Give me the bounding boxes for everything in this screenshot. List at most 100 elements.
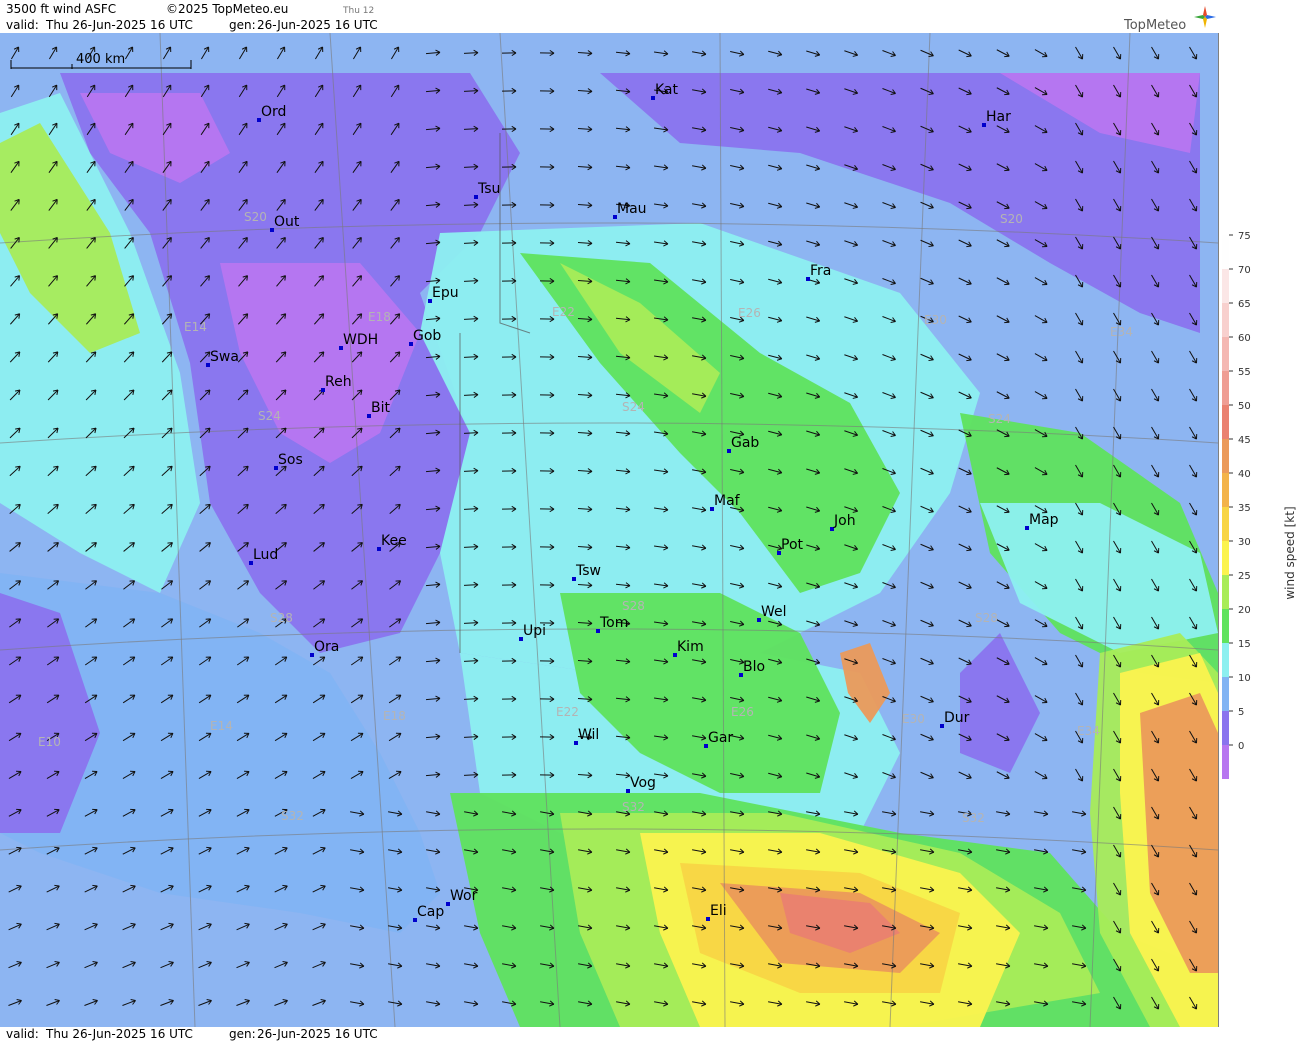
city-marker[interactable]: Blo: [739, 659, 765, 677]
city-marker[interactable]: Eli: [706, 903, 727, 921]
city-label: Dur: [944, 710, 970, 726]
legend-swatch: [1222, 609, 1229, 643]
city-marker[interactable]: Sos: [274, 452, 303, 470]
scale-bar-label: 400 km: [76, 52, 126, 67]
graticule-label: S28: [270, 611, 293, 625]
legend-swatch: [1222, 303, 1229, 337]
city-marker[interactable]: Tsu: [474, 181, 500, 199]
city-marker[interactable]: Map: [1025, 512, 1059, 530]
city-marker[interactable]: Wor: [446, 888, 478, 906]
legend-tick-label: 0: [1238, 741, 1244, 752]
legend-swatch: [1222, 371, 1229, 405]
city-marker[interactable]: Kee: [377, 533, 407, 551]
city-marker[interactable]: Har: [982, 109, 1011, 127]
city-marker[interactable]: Maf: [710, 493, 741, 511]
graticule-label: E10: [38, 735, 61, 749]
legend-swatch: [1222, 473, 1229, 507]
copyright: ©2025 TopMeteo.eu: [166, 2, 289, 16]
graticule-label: S24: [988, 412, 1011, 426]
city-marker[interactable]: Wil: [574, 727, 599, 745]
legend-tick-label: 40: [1238, 469, 1251, 480]
city-label: Gob: [413, 328, 441, 344]
city-label: Wil: [578, 727, 599, 743]
legend-swatch: [1222, 337, 1229, 371]
city-marker[interactable]: Gab: [727, 435, 759, 453]
city-marker[interactable]: Swa: [206, 349, 239, 367]
city-label: Reh: [325, 374, 352, 390]
footer-valid-label: valid:: [6, 1027, 39, 1041]
legend-tick-label: 15: [1238, 639, 1251, 650]
header-bar: 3500 ft wind ASFC ©2025 TopMeteo.eu Thu …: [0, 0, 1309, 33]
city-marker[interactable]: Tsw: [572, 563, 601, 581]
legend-tick-label: 55: [1238, 367, 1251, 378]
city-marker[interactable]: Pot: [777, 537, 804, 555]
scale-bar: 400 km: [10, 52, 192, 70]
city-label: Cap: [417, 904, 444, 920]
legend-title: wind speed [kt]: [1283, 506, 1297, 599]
legend-swatch: [1222, 439, 1229, 473]
legend-swatch: [1222, 711, 1229, 745]
city-marker[interactable]: Kat: [651, 82, 679, 100]
city-label: Kee: [381, 533, 407, 549]
city-label: Pot: [781, 537, 804, 553]
city-marker[interactable]: Ora: [310, 639, 339, 657]
graticule-label: E30: [902, 712, 925, 726]
legend-tick-label: 20: [1238, 605, 1251, 616]
city-marker[interactable]: Kim: [673, 639, 704, 657]
graticule-label: S28: [975, 611, 998, 625]
city-marker[interactable]: Vog: [626, 775, 656, 793]
city-marker[interactable]: WDH: [339, 332, 378, 350]
city-label: Tom: [599, 615, 628, 631]
city-label: Mau: [617, 201, 647, 217]
city-marker[interactable]: Cap: [413, 904, 444, 922]
legend-swatch: [1222, 507, 1229, 541]
city-marker[interactable]: Tom: [596, 615, 628, 633]
city-label: Wel: [761, 604, 787, 620]
city-marker[interactable]: Ord: [257, 104, 286, 122]
footer-gen-time: 26-Jun-2025 16 UTC: [257, 1027, 378, 1041]
city-label: Tsu: [477, 181, 500, 197]
city-marker[interactable]: Gob: [409, 328, 441, 346]
city-label: Map: [1029, 512, 1059, 528]
city-marker[interactable]: Bit: [367, 400, 390, 418]
legend-colorbar: 757065605550454035302520151050 wind spee…: [1217, 33, 1297, 1027]
city-label: Ora: [314, 639, 339, 655]
legend-tick-label: 35: [1238, 503, 1251, 514]
graticule-label: E34: [1077, 724, 1100, 738]
city-marker[interactable]: Reh: [321, 374, 352, 392]
legend-swatch: [1222, 575, 1229, 609]
legend-swatch: [1222, 269, 1229, 303]
city-label: Lud: [253, 547, 278, 563]
valid-time: Thu 26-Jun-2025 16 UTC: [46, 18, 193, 32]
graticule-label: E30: [924, 313, 947, 327]
city-marker[interactable]: Out: [270, 214, 300, 232]
city-marker[interactable]: Epu: [428, 285, 459, 303]
city-marker[interactable]: Gar: [704, 730, 733, 748]
city-marker[interactable]: Wel: [757, 604, 787, 622]
graticule-label: S32: [622, 800, 645, 814]
city-marker[interactable]: Dur: [940, 710, 970, 728]
city-label: Gar: [708, 730, 733, 746]
legend-swatch: [1222, 677, 1229, 711]
city-label: Bit: [371, 400, 390, 416]
city-label: Vog: [630, 775, 656, 791]
legend-tick-label: 5: [1238, 707, 1244, 718]
graticule-label: E18: [368, 310, 391, 324]
footer-valid-time: Thu 26-Jun-2025 16 UTC: [46, 1027, 193, 1041]
brand-name: TopMeteo: [1124, 18, 1187, 33]
city-label: Out: [274, 214, 300, 230]
city-marker[interactable]: Fra: [806, 263, 831, 281]
city-marker[interactable]: Lud: [249, 547, 278, 565]
graticule-label: E26: [731, 705, 754, 719]
city-marker[interactable]: Mau: [613, 201, 647, 219]
wind-map[interactable]: S20 S20 E14 E18 E22 E26 E30 E34 S24 S24 S24 S28 S28 S…: [0, 33, 1218, 1027]
city-label: Kim: [677, 639, 704, 655]
city-marker[interactable]: Upi: [519, 623, 546, 641]
compass-icon: [1194, 6, 1216, 28]
graticule-label: S24: [622, 400, 645, 414]
graticule-label: S20: [244, 210, 267, 224]
legend-swatch: [1222, 235, 1229, 269]
city-marker[interactable]: Joh: [830, 513, 856, 531]
day-indicator: Thu 12: [343, 6, 375, 16]
city-label: Eli: [710, 903, 727, 919]
